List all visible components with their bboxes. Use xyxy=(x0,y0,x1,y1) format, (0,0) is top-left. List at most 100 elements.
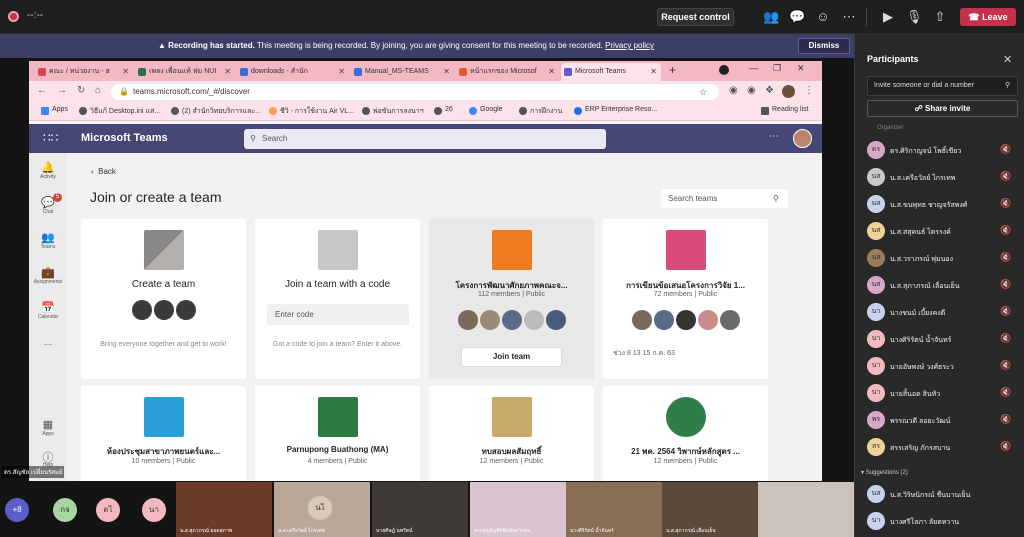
privacy-policy-link[interactable]: Privacy policy xyxy=(605,41,654,50)
participant-row[interactable]: พร พรรณวดี ลอยะวัฒน์ 🔇 xyxy=(867,411,1022,431)
bookmark-item[interactable]: (2) สำนักวิทยบริการและ... xyxy=(171,106,261,117)
more-options-icon[interactable]: ⋯ xyxy=(841,9,857,25)
close-icon[interactable]: ✕ xyxy=(1003,53,1012,66)
team-card[interactable]: 21 พค. 2564 วิพากษ์หลักสูตร ... 12 membe… xyxy=(603,386,768,481)
browser-tab-active[interactable]: Microsoft Teams ✕ xyxy=(561,63,661,81)
video-tile[interactable] xyxy=(758,482,854,537)
extension-icon[interactable]: ◉ xyxy=(747,85,756,96)
close-tab-icon[interactable]: ✕ xyxy=(338,63,345,80)
bookmark-item[interactable]: ERP Enterprise Reso... xyxy=(574,106,657,115)
request-control-button[interactable]: Request control xyxy=(657,8,734,26)
mic-off-icon[interactable]: 🎙 xyxy=(906,9,923,25)
team-card[interactable]: โครงการพัฒนาศักยภาพคณะจ... 112 members |… xyxy=(429,219,594,379)
participant-row[interactable]: นส น.ส.วราภรณ์ พุ่มนอง 🔇 xyxy=(867,249,1022,269)
participant-row[interactable]: สร สรรเสริญ ภักรสบาน 🔇 xyxy=(867,438,1022,458)
maximize-icon[interactable]: ❐ xyxy=(773,63,781,74)
leave-button[interactable]: ☎ Leave xyxy=(960,8,1016,26)
join-team-button[interactable]: Join team xyxy=(462,348,561,366)
home-icon[interactable]: ⌂ xyxy=(95,85,101,96)
extensions-puzzle-icon[interactable]: ❖ xyxy=(765,85,774,96)
bookmark-item[interactable]: การฝึกงาน xyxy=(519,106,562,117)
browser-tab[interactable]: Manual_MS-TEAMS ✕ xyxy=(351,63,454,81)
bookmark-item[interactable]: Google xyxy=(469,106,503,115)
suggestion-row[interactable]: นา นางศรีโสภา ลัยตหวาน xyxy=(867,512,1022,532)
participant-row[interactable]: นา นางศิริรัตน์ น้ำจันทร์ 🔇 xyxy=(867,330,1022,350)
address-text: teams.microsoft.com/_#/discover xyxy=(133,87,250,96)
browser-tab[interactable]: เพลง เพื่อนแท้ ฟม NUI ✕ xyxy=(135,63,235,81)
video-tile[interactable]: นางศิริรัตน์ น้ำจันทร์ xyxy=(566,482,662,537)
reactions-icon[interactable]: ☺ xyxy=(815,9,831,25)
video-tile[interactable]: พระครูสัญชัยจิตฉันทโกศล xyxy=(470,482,566,537)
share-screen-icon[interactable]: ⇧ xyxy=(932,9,948,25)
rail-apps[interactable]: ▦ Apps xyxy=(29,418,67,437)
chat-icon[interactable]: 💬 xyxy=(789,9,805,25)
participant-row[interactable]: นส น.ส.ขนพุทธ ชาญจรัสพงศ์ 🔇 xyxy=(867,195,1022,215)
bookmark-star-icon[interactable]: ☆ xyxy=(699,84,707,100)
rail-assignments[interactable]: 💼 Assignments xyxy=(29,266,67,285)
avatar xyxy=(523,310,544,330)
participant-row[interactable]: นส น.ส.สุภาภรณ์ เลื่อนเย็น 🔇 xyxy=(867,276,1022,296)
team-card[interactable]: Parnupong Buathong (MA) 4 members | Publ… xyxy=(255,386,420,481)
video-tile[interactable]: นายศิษฎ์ นพรัตน์ xyxy=(372,482,468,537)
rail-more[interactable]: ... xyxy=(29,337,67,348)
search-teams-input[interactable]: Search teams ⚲ xyxy=(661,189,788,208)
avatar-row xyxy=(81,300,246,325)
video-tile[interactable]: นไ น.ส.เครือวัลย์ ไกรเทพ xyxy=(274,482,370,537)
minimize-icon[interactable]: — xyxy=(749,63,758,73)
overflow-participants-button[interactable]: +8 xyxy=(5,498,29,522)
forward-arrow-icon[interactable]: → xyxy=(57,85,67,96)
back-arrow-icon[interactable]: ← xyxy=(37,85,47,96)
participant-row[interactable]: นส น.ส.เครือวัลย์ ไกรเทพ 🔇 xyxy=(867,168,1022,188)
enter-code-input[interactable]: Enter code xyxy=(267,304,409,325)
browser-tab[interactable]: คณะ / หน่วยงาน - ฮ ✕ xyxy=(35,63,133,81)
extension-icon[interactable]: ◉ xyxy=(729,85,738,96)
invite-input[interactable]: Invite someone or dial a number ⚲ xyxy=(867,76,1018,96)
rail-activity[interactable]: 🔔 Activity xyxy=(29,161,67,180)
video-tile[interactable]: น.ส.สุภาภรณ์ เลื่อนเย็น xyxy=(662,482,758,537)
extension-icon[interactable] xyxy=(719,65,729,75)
bookmark-item[interactable]: 26 xyxy=(434,106,453,115)
close-tab-icon[interactable]: ✕ xyxy=(650,63,657,80)
profile-avatar[interactable] xyxy=(782,85,795,98)
share-invite-button[interactable]: ☍ Share invite xyxy=(867,100,1018,117)
bookmark-item[interactable]: พ่อขันการลงนาฯ xyxy=(362,106,424,117)
close-tab-icon[interactable]: ✕ xyxy=(548,63,555,80)
rail-calendar[interactable]: 📅 Calendar xyxy=(29,301,67,320)
rail-teams[interactable]: 👥 Teams xyxy=(29,231,67,250)
rail-label: Chat xyxy=(42,209,54,215)
participant-row[interactable]: นส น.ส.สสุคนธ์ ไตรรงค์ 🔇 xyxy=(867,222,1022,242)
suggestion-row[interactable]: นส น.ส.วิริษนิกรณ์ ชื่นบานเย็น xyxy=(867,485,1022,505)
teams-search-input[interactable]: ⚲ Search xyxy=(244,129,606,149)
bookmark-item[interactable]: วิธีแก้ Desktop.ini แส... xyxy=(79,106,160,117)
camera-icon[interactable]: ▶ xyxy=(880,9,896,25)
close-tab-icon[interactable]: ✕ xyxy=(224,63,231,80)
user-avatar[interactable] xyxy=(793,129,812,148)
participant-row[interactable]: นา นางชนม์ เบี้ยงคงดี 🔇 xyxy=(867,303,1022,323)
app-launcher-icon[interactable]: ∷∷ xyxy=(43,131,58,145)
team-card[interactable]: การเขียนข้อเสนอโครงการวิจัย 1... 72 memb… xyxy=(603,219,768,379)
team-card[interactable]: ทบสอบผลสัมฤทธิ์ 12 members | Public xyxy=(429,386,594,481)
bookmark-apps[interactable]: Apps xyxy=(41,106,68,115)
bookmark-item[interactable]: ชีวิ - การใช้งาน Air VL... xyxy=(269,106,354,117)
participant-row[interactable]: นา นายสิ้นอด สินทัว 🔇 xyxy=(867,384,1022,404)
participant-row[interactable]: นา นายอัษพงษ์ วงศ์ธระว 🔇 xyxy=(867,357,1022,377)
suggestions-header[interactable]: ▾ Suggestions (2) xyxy=(861,469,908,476)
create-team-card[interactable]: Create a team Bring everyone together an… xyxy=(81,219,246,379)
participants-icon[interactable]: 👥 xyxy=(763,9,779,25)
address-bar[interactable]: 🔒 teams.microsoft.com/_#/discover ☆ xyxy=(111,84,719,100)
more-options-icon[interactable]: ⋯ xyxy=(769,131,779,142)
dismiss-button[interactable]: Dismiss xyxy=(798,38,850,54)
reload-icon[interactable]: ↻ xyxy=(77,85,85,96)
close-window-icon[interactable]: ✕ xyxy=(797,63,805,74)
close-tab-icon[interactable]: ✕ xyxy=(122,63,129,80)
browser-tab[interactable]: downloads - สำนัก ✕ xyxy=(237,63,349,81)
browser-tab[interactable]: หน้าแรกของ Microsof ✕ xyxy=(456,63,559,81)
new-tab-icon[interactable]: + xyxy=(669,63,676,77)
back-button[interactable]: ‹ Back xyxy=(91,167,116,176)
reading-list[interactable]: Reading list xyxy=(761,106,809,115)
video-tile[interactable]: น.ส.สุภาภรณ์ ยอดสุภาพ xyxy=(176,482,272,537)
team-card[interactable]: ห้องประชุมสาขาภาพยนตร์และ... 10 members … xyxy=(81,386,246,481)
participant-row[interactable]: ดร ดร.ศิริกาญจน์ โพธิ์เขียว 🔇 xyxy=(867,141,1022,161)
browser-menu-icon[interactable]: ⋮ xyxy=(804,85,814,96)
close-tab-icon[interactable]: ✕ xyxy=(443,63,450,80)
